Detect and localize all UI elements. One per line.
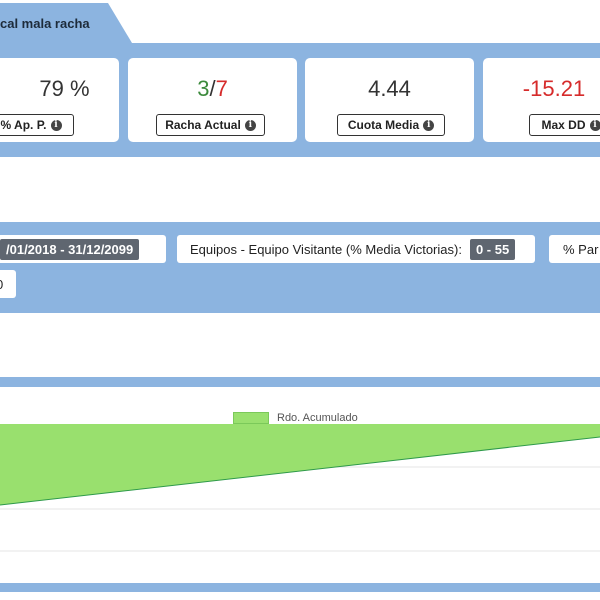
ap-label: % Ap. P. xyxy=(0,118,47,132)
ap-info-button[interactable]: % Ap. P. i xyxy=(0,114,74,136)
second-row-value: 0 xyxy=(0,277,3,292)
strategy-tab[interactable]: cal mala racha xyxy=(0,3,132,43)
date-range-value: /01/2018 - 31/12/2099 xyxy=(0,238,140,260)
partial-filter[interactable]: % Par xyxy=(549,235,600,263)
maxdd-info-button[interactable]: Max DD i xyxy=(529,114,600,136)
stat-card-ap: 79 % % Ap. P. i xyxy=(0,58,119,142)
stat-card-cuota: 4.44 Cuota Media i xyxy=(305,58,474,142)
chart-area: Rdo. Acumulado xyxy=(0,387,600,583)
partial-filter-label: % Par xyxy=(563,241,599,257)
visitor-filter-value: 0 - 55 xyxy=(469,238,516,260)
dashboard: cal mala racha 79 % % Ap. P. i 3/7 Racha… xyxy=(0,0,600,600)
info-icon: i xyxy=(244,119,256,131)
stat-card-racha: 3/7 Racha Actual i xyxy=(128,58,297,142)
maxdd-label: Max DD xyxy=(541,118,586,132)
racha-label: Racha Actual xyxy=(165,118,241,132)
stat-value-maxdd: -15.21 xyxy=(483,76,600,102)
stat-card-maxdd: -15.21 Max DD i xyxy=(483,58,600,142)
stats-panel: 79 % % Ap. P. i 3/7 Racha Actual i 4.44 … xyxy=(0,43,600,157)
strategy-tab-label: cal mala racha xyxy=(0,16,90,31)
maxdd-value: -15.21 xyxy=(522,76,586,101)
cumulative-area xyxy=(0,424,600,505)
date-range-filter[interactable]: /01/2018 - 31/12/2099 xyxy=(0,235,166,263)
filters-panel: /01/2018 - 31/12/2099 Equipos - Equipo V… xyxy=(0,222,600,313)
stat-value-ap: 79 % xyxy=(39,76,90,101)
area-chart xyxy=(0,424,600,552)
info-icon: i xyxy=(589,119,600,131)
racha-info-button[interactable]: Racha Actual i xyxy=(156,114,265,136)
cuota-label: Cuota Media xyxy=(347,118,420,132)
second-row-filter[interactable]: 0 xyxy=(0,270,16,298)
info-icon: i xyxy=(423,119,435,131)
racha-max: 7 xyxy=(215,76,228,101)
stat-value-cuota: 4.44 xyxy=(368,76,411,101)
cuota-info-button[interactable]: Cuota Media i xyxy=(337,114,445,136)
racha-current: 3 xyxy=(197,76,210,101)
info-icon: i xyxy=(50,119,62,131)
visitor-team-filter[interactable]: Equipos - Equipo Visitante (% Media Vict… xyxy=(177,235,535,263)
stat-value-racha: 3/7 xyxy=(128,76,297,102)
chart-panel: Rdo. Acumulado xyxy=(0,377,600,592)
visitor-filter-label: Equipos - Equipo Visitante (% Media Vict… xyxy=(190,241,462,257)
